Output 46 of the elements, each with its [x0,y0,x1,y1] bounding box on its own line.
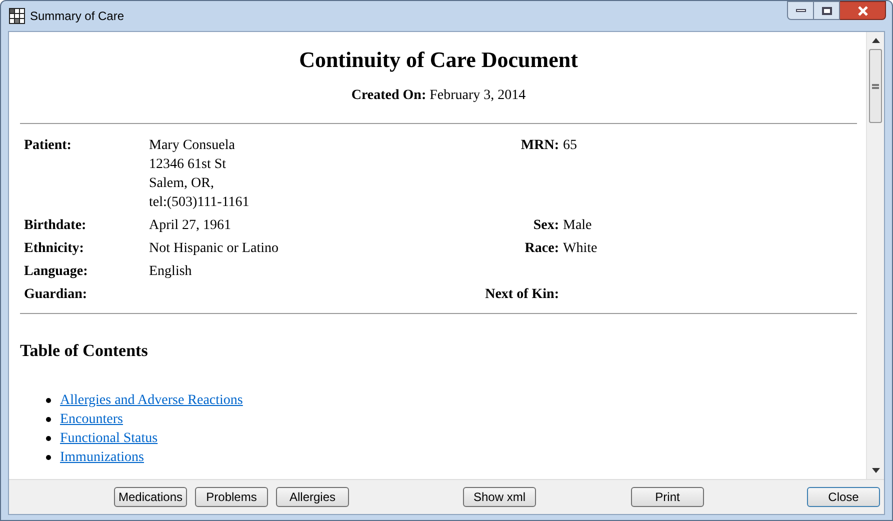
field-value: English [149,263,192,281]
field-value: Male [563,218,592,233]
scrollbar[interactable] [866,32,884,479]
created-on-text: Created On: February 3, 2014 [350,87,527,105]
field-value: April 27, 1961 [149,217,232,235]
action-button[interactable]: Print [631,487,704,507]
action-button[interactable]: Show xml [463,487,536,507]
bullet-icon [46,398,51,403]
toc-link[interactable]: Allergies and Adverse Reactions [60,391,243,410]
bullet-icon [46,436,51,441]
field-value: Not Hispanic or Latino [149,240,278,258]
field-label: Sex: [533,218,559,233]
action-button[interactable]: Close [807,487,880,507]
field-value: tel:(503)111-1161 [149,194,250,212]
action-button[interactable]: Problems [195,487,268,507]
action-button[interactable]: Medications [114,487,187,507]
field-label: Language: [24,264,88,279]
field-label: Patient: [24,138,72,153]
field-value: Mary Consuela [149,137,235,155]
bullet-icon [46,455,51,460]
field-value: White [563,241,598,256]
scroll-up-icon[interactable] [872,38,880,43]
close-icon [856,6,868,16]
close-window-button[interactable] [840,1,886,20]
action-button[interactable]: Allergies [276,487,349,507]
bullet-icon [46,417,51,422]
maximize-button[interactable] [814,1,840,20]
scroll-thumb[interactable] [869,49,882,123]
window-title: Summary of Care [30,8,124,25]
toc-link[interactable]: Immunizations [60,448,144,467]
field-label: Next of Kin: [485,287,559,302]
grid-icon [9,8,25,24]
field-label: Race: [524,241,559,256]
document-title: Continuity of Care Document [298,46,579,74]
toc-link[interactable]: Encounters [60,410,123,429]
field-label: Ethnicity: [24,241,84,256]
toc-heading: Table of Contents [20,341,149,361]
field-value: Salem, OR, [149,175,214,193]
field-value: 12346 61st St [149,156,226,174]
toc-link[interactable]: Functional Status [60,429,158,448]
field-label: Guardian: [24,287,88,302]
minimize-button[interactable] [787,1,814,20]
field-label: Birthdate: [24,218,86,233]
field-label: MRN: [520,138,559,153]
field-value: 65 [563,138,577,153]
scroll-down-icon[interactable] [872,468,880,473]
